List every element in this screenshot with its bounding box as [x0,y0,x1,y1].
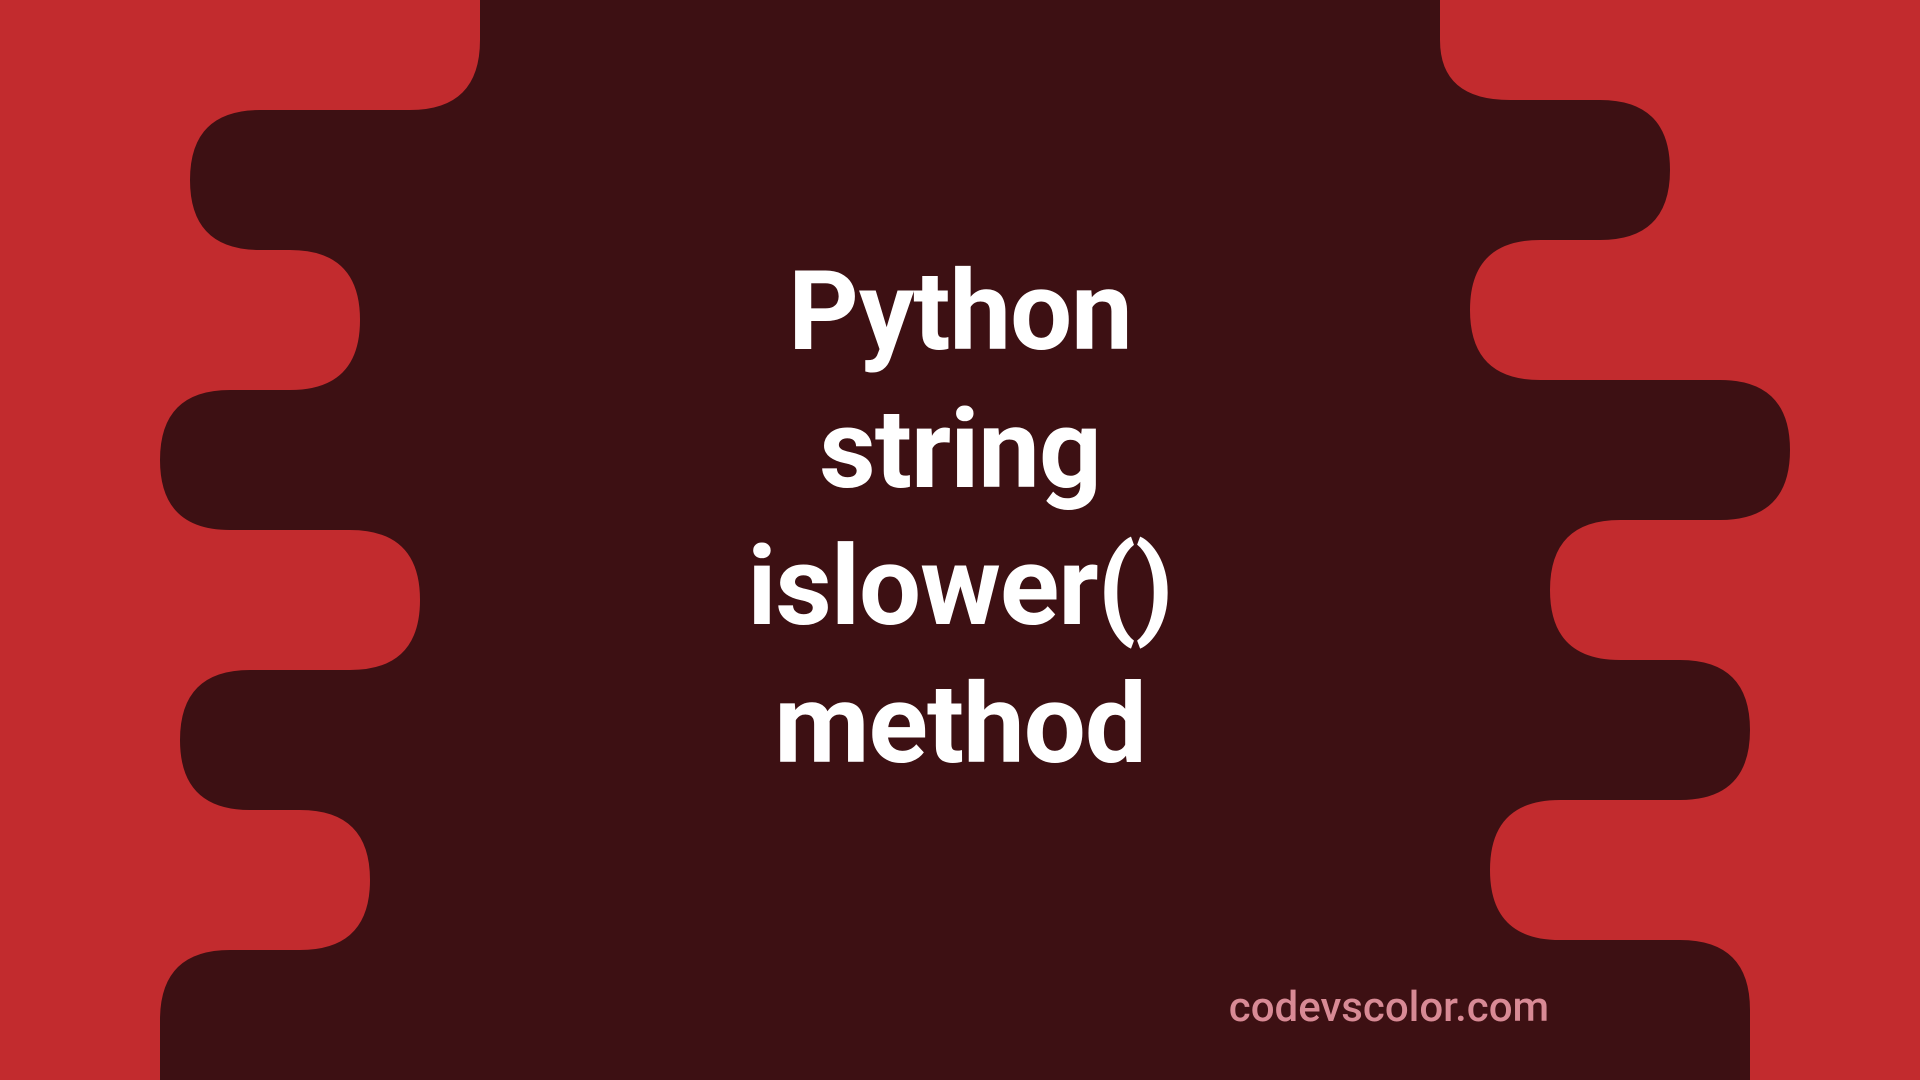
page-title: Python string islower() method [747,243,1172,793]
watermark-text: codevscolor.com [1229,983,1549,1032]
